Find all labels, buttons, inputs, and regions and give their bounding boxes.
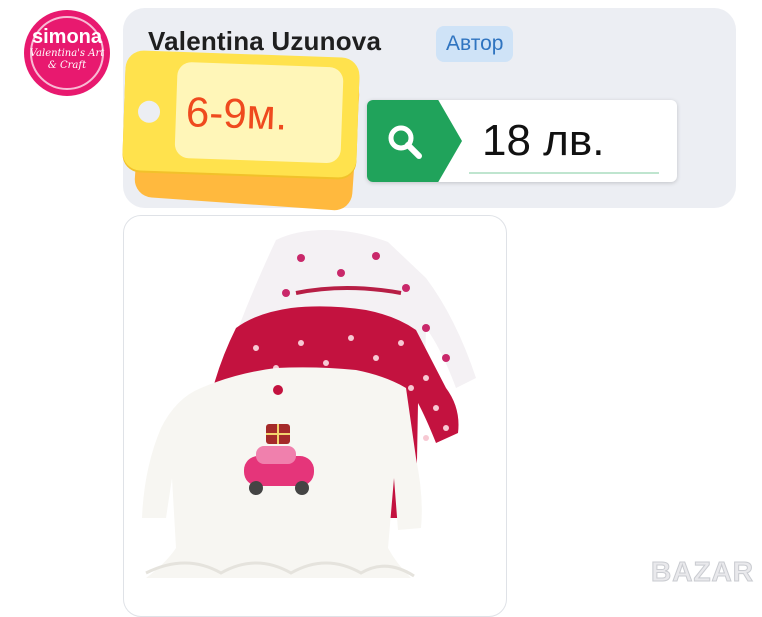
author-role-badge: Автор [436, 26, 514, 62]
avatar[interactable]: simona Valentina's Art & Craft [24, 10, 110, 96]
product-photo [142, 230, 476, 578]
size-label: 6-9м. [185, 88, 289, 139]
bazar-watermark: BAZAR [651, 556, 754, 588]
product-image-card[interactable] [123, 215, 507, 617]
price-search-box: 18 лв. [367, 100, 677, 182]
avatar-logo-text: Valentina's Art & Craft [29, 48, 105, 71]
size-tag: 6-9м. [121, 49, 361, 179]
search-button[interactable] [367, 100, 462, 182]
price-value: 18 лв. [482, 116, 605, 165]
avatar-top-text: simona [31, 26, 103, 48]
tag-hole [137, 100, 161, 124]
price-underline [469, 172, 659, 174]
